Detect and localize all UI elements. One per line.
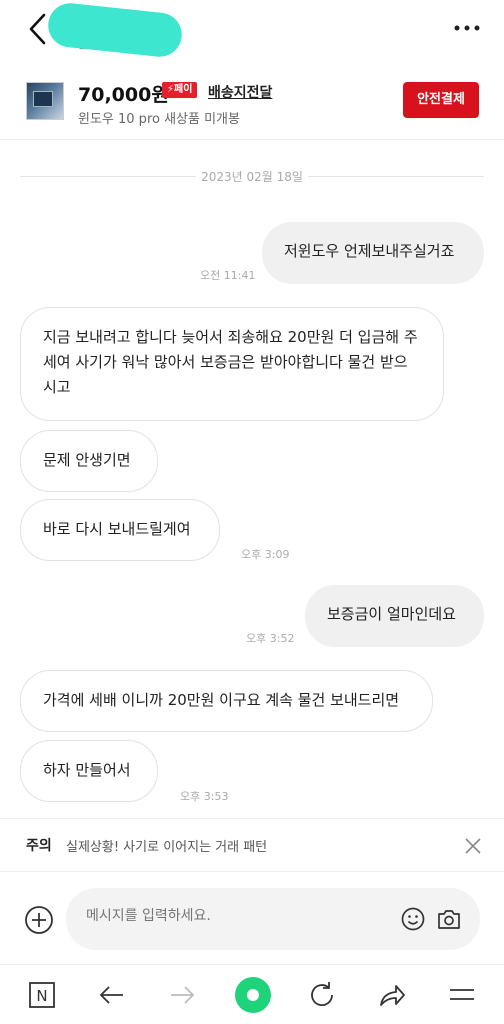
refresh-icon[interactable] [306,979,338,1011]
naver-home-icon[interactable]: N [26,979,58,1011]
warning-text[interactable]: 실제상황! 사기로 이어지는 거래 패턴 [66,836,267,855]
product-title: 윈도우 10 pro 새상품 미개봉 [78,112,240,127]
camera-icon[interactable] [436,906,462,932]
emoji-icon[interactable] [400,906,426,932]
message-time: 오후 3:52 [246,632,295,645]
naver-n-label: N [36,987,47,1005]
delivery-option-link[interactable]: 배송지전달 [208,82,272,102]
message-bubble-sent[interactable]: 저윈도우 언제보내주실거죠 [262,222,484,284]
message-bubble-received[interactable]: 하자 만들어서 [20,740,158,802]
message-bubble-sent[interactable]: 보증금이 얼마인데요 [305,585,484,647]
safe-pay-button[interactable]: 안전결제 [403,82,479,118]
close-icon[interactable] [464,837,482,855]
date-separator: 2023년 02월 18일 [20,166,484,186]
green-dot-menu-icon[interactable] [234,976,272,1014]
message-input-box[interactable] [66,888,480,950]
message-bubble-received[interactable]: 바로 다시 보내드릴게여 [20,499,220,561]
browser-back-icon[interactable] [96,979,128,1011]
scam-warning-banner[interactable]: 주의 실제상황! 사기로 이어지는 거래 패턴 [0,818,504,872]
warning-tag: 주의 [26,838,52,854]
pay-badge: ⚡페이 [162,82,198,98]
message-time: 오후 3:53 [180,790,229,803]
browser-toolbar: N [0,964,504,1024]
more-options-icon[interactable] [454,18,480,38]
share-icon[interactable] [376,979,408,1011]
hamburger-menu-icon[interactable] [446,979,478,1011]
browser-forward-icon[interactable] [166,979,198,1011]
message-bubble-received[interactable]: 가격에 세배 이니까 20만원 이구요 계속 물건 보내드리면 [20,670,433,732]
message-input[interactable] [86,908,386,924]
message-time: 오후 3:09 [241,548,290,561]
chat-header: 1시간 전 접속 [0,0,504,62]
message-composer [0,872,504,964]
divider-line [308,176,484,177]
username-redaction [46,1,184,59]
product-price: 70,000원 [78,84,169,106]
message-bubble-received[interactable]: 문제 안생기면 [20,430,158,492]
product-summary[interactable]: 70,000원 ⚡페이 배송지전달 윈도우 10 pro 새상품 미개봉 안전결… [0,70,504,140]
message-bubble-received[interactable]: 지금 보내려고 합니다 늦어서 죄송해요 20만원 더 입금해 주세여 사기가 … [20,307,444,421]
add-attachment-icon[interactable] [24,905,54,935]
message-time: 오전 11:41 [200,269,256,282]
product-thumbnail[interactable] [26,82,64,120]
